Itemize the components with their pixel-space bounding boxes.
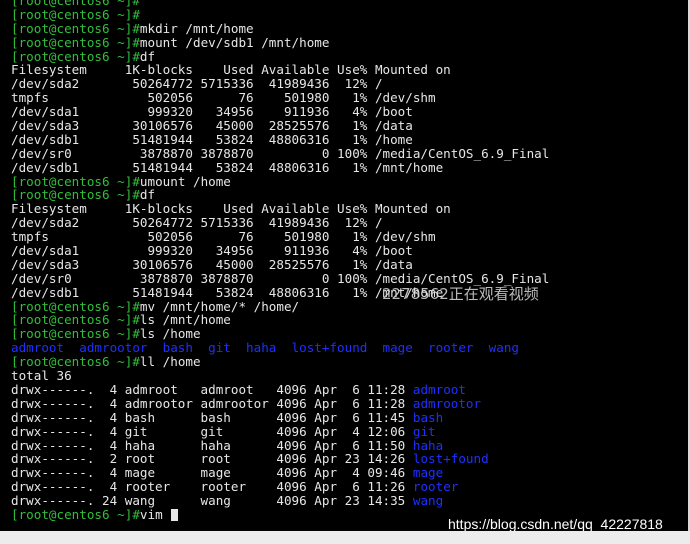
terminal-line: tmpfs 502056 76 501980 1% /dev/shm [11,91,549,105]
terminal-line: drwx------. 2 root root 4096 Apr 23 14:2… [11,452,549,466]
terminal-line: drwx------. 4 mage mage 4096 Apr 4 09:46… [11,466,549,480]
terminal-line: tmpfs 502056 76 501980 1% /dev/shm [11,230,549,244]
output-text: /dev/sdb1 51481944 53824 48806316 1% /ho… [11,131,413,147]
command-text: vim [139,506,171,522]
terminal-line: [root@centos6 ~]#df [11,48,549,64]
blog-watermark: https://blog.csdn.net/qq_42227818 [448,516,663,531]
output-text: /dev/sda2 50264772 5715336 41989436 12% … [11,215,383,231]
shell-prompt: [root@centos6 ~]# [11,326,140,342]
text-cursor [171,508,179,521]
directory-name: mage [412,465,444,481]
output-text: drwx------. 2 root root 4096 Apr 23 14:2… [11,451,413,467]
directory-name: admroot admrootor bash git haha lost+fou… [11,340,519,356]
output-text: drwx------. 4 admrootor admrootor 4096 A… [11,395,413,411]
directory-name: haha [412,437,444,453]
terminal-line: [root@centos6 ~]#umount /home [11,173,549,189]
output-text: drwx------. 4 bash bash 4096 Apr 6 11:45 [11,409,413,425]
directory-name: git [412,423,436,439]
terminal-line: drwx------. 24 wang wang 4096 Apr 23 14:… [11,494,549,508]
output-text: drwx------. 4 mage mage 4096 Apr 4 09:46 [11,465,413,481]
output-text: /dev/sda3 30106576 45000 28525576 1% /da… [11,118,413,134]
shell-prompt: [root@centos6 ~]# [11,20,140,36]
terminal-output: [root@centos6 ~]# [root@centos6 ~]# [root@… [11,0,549,522]
command-text: mount /dev/sdb1 /mnt/home [139,34,330,50]
shell-prompt: [root@centos6 ~]# [11,506,140,522]
terminal-line: /dev/sdb1 51481944 53824 48806316 1% /ho… [11,131,549,147]
output-text: total 36 [11,368,72,384]
terminal-line: drwx------. 4 rooter rooter 4096 Apr 6 1… [11,480,549,494]
terminal-line: [root@centos6 ~]#ls /mnt/home [11,313,549,327]
terminal-line: /dev/sda2 50264772 5715336 41989436 12% … [11,216,549,230]
output-text: tmpfs 502056 76 501980 1% /dev/shm [11,90,436,106]
output-text: drwx------. 4 haha haha 4096 Apr 6 11:50 [11,437,413,453]
terminal-line: drwx------. 4 bash bash 4096 Apr 6 11:45… [11,409,549,425]
directory-name: admroot [412,381,466,397]
terminal-line: /dev/sdb1 51481944 53824 48806316 1% /mn… [11,159,549,175]
output-text: drwx------. 4 rooter rooter 4096 Apr 6 1… [11,479,413,495]
shell-prompt: [root@centos6 ~]# [11,34,140,50]
shell-prompt: [root@centos6 ~]# [11,48,140,64]
command-text: umount /home [139,173,231,189]
output-text: /dev/sda3 30106576 45000 28525576 1% /da… [11,256,413,272]
directory-name: rooter [412,479,459,495]
shell-prompt: [root@centos6 ~]# [11,187,140,203]
terminal-line: total 36 [11,369,549,383]
shell-prompt: [root@centos6 ~]# [11,173,140,189]
command-text: ls /home [139,326,201,342]
terminal-line: /dev/sda1 999320 34956 911936 4% /boot [11,244,549,258]
directory-name: wang [412,493,444,509]
terminal-line: [root@centos6 ~]#mkdir /mnt/home [11,20,549,36]
output-text: tmpfs 502056 76 501980 1% /dev/shm [11,229,436,245]
shell-prompt: [root@centos6 ~]# [11,312,140,328]
command-text: ll /home [139,354,201,370]
output-text: Filesystem 1K-blocks Used Available Use%… [11,62,451,78]
shell-prompt: [root@centos6 ~]# [11,298,140,314]
terminal-window[interactable]: [root@centos6 ~]# [root@centos6 ~]# [root@… [0,0,690,531]
command-text: df [139,187,156,203]
output-text: /dev/sr0 3878870 3878870 0 100% /media/C… [11,145,550,161]
output-text: drwx------. 4 git git 4096 Apr 4 12:06 [11,423,413,439]
terminal-line: /dev/sr0 3878870 3878870 0 100% /media/C… [11,145,550,161]
terminal-line: drwx------. 4 haha haha 4096 Apr 6 11:50… [11,437,549,453]
shell-prompt: [root@centos6 ~]# [11,354,140,370]
output-text: /dev/sdb1 51481944 53824 48806316 1% /mn… [11,159,444,175]
terminal-line: [root@centos6 ~]#df [11,188,549,202]
output-text: drwx------. 4 admroot admroot 4096 Apr 6… [11,381,413,397]
output-text: drwx------. 24 wang wang 4096 Apr 23 14:… [11,493,413,509]
terminal-line: /dev/sda1 999320 34956 911936 4% /boot [11,105,549,119]
shell-prompt: [root@centos6 ~]# [11,6,140,22]
terminal-line: Filesystem 1K-blocks Used Available Use%… [11,202,549,216]
output-text: /dev/sda2 50264772 5715336 41989436 12% … [11,76,383,92]
terminal-line: drwx------. 4 admroot admroot 4096 Apr 6… [11,381,549,397]
terminal-line: [root@centos6 ~]#ll /home [11,355,549,369]
terminal-line: [root@centos6 ~]#ls /home [11,327,549,341]
command-text: df [139,48,156,64]
terminal-line: admroot admrootor bash git haha lost+fou… [11,341,549,355]
output-text: Filesystem 1K-blocks Used Available Use%… [11,201,451,217]
output-text: /dev/sdb1 51481944 53824 48806316 1% /mn… [11,284,444,300]
command-text: mkdir /mnt/home [139,20,254,36]
terminal-line: /dev/sda3 30106576 45000 28525576 1% /da… [11,256,549,272]
viewer-overlay-text: 2278562正在观看视频 [382,285,539,303]
command-text: mv /mnt/home/* /home/ [139,298,300,314]
terminal-line: /dev/sda3 30106576 45000 28525576 1% /da… [11,119,549,133]
directory-name: lost+found [412,451,489,467]
directory-name: admrootor [412,395,482,411]
directory-name: bash [412,409,444,425]
terminal-line: [root@centos6 ~]#mount /dev/sdb1 /mnt/ho… [11,34,549,50]
command-text: ls /mnt/home [139,312,231,328]
terminal-line: /dev/sda2 50264772 5715336 41989436 12% … [11,77,549,91]
terminal-line: drwx------. 4 admrootor admrootor 4096 A… [11,395,549,411]
terminal-line: Filesystem 1K-blocks Used Available Use%… [11,63,549,77]
terminal-line: [root@centos6 ~]# [11,6,549,22]
window-bottom-edge [0,531,690,544]
terminal-line: drwx------. 4 git git 4096 Apr 4 12:06 g… [11,423,549,439]
output-text: /dev/sda1 999320 34956 911936 4% /boot [11,243,413,259]
output-text: /dev/sda1 999320 34956 911936 4% /boot [11,104,413,120]
